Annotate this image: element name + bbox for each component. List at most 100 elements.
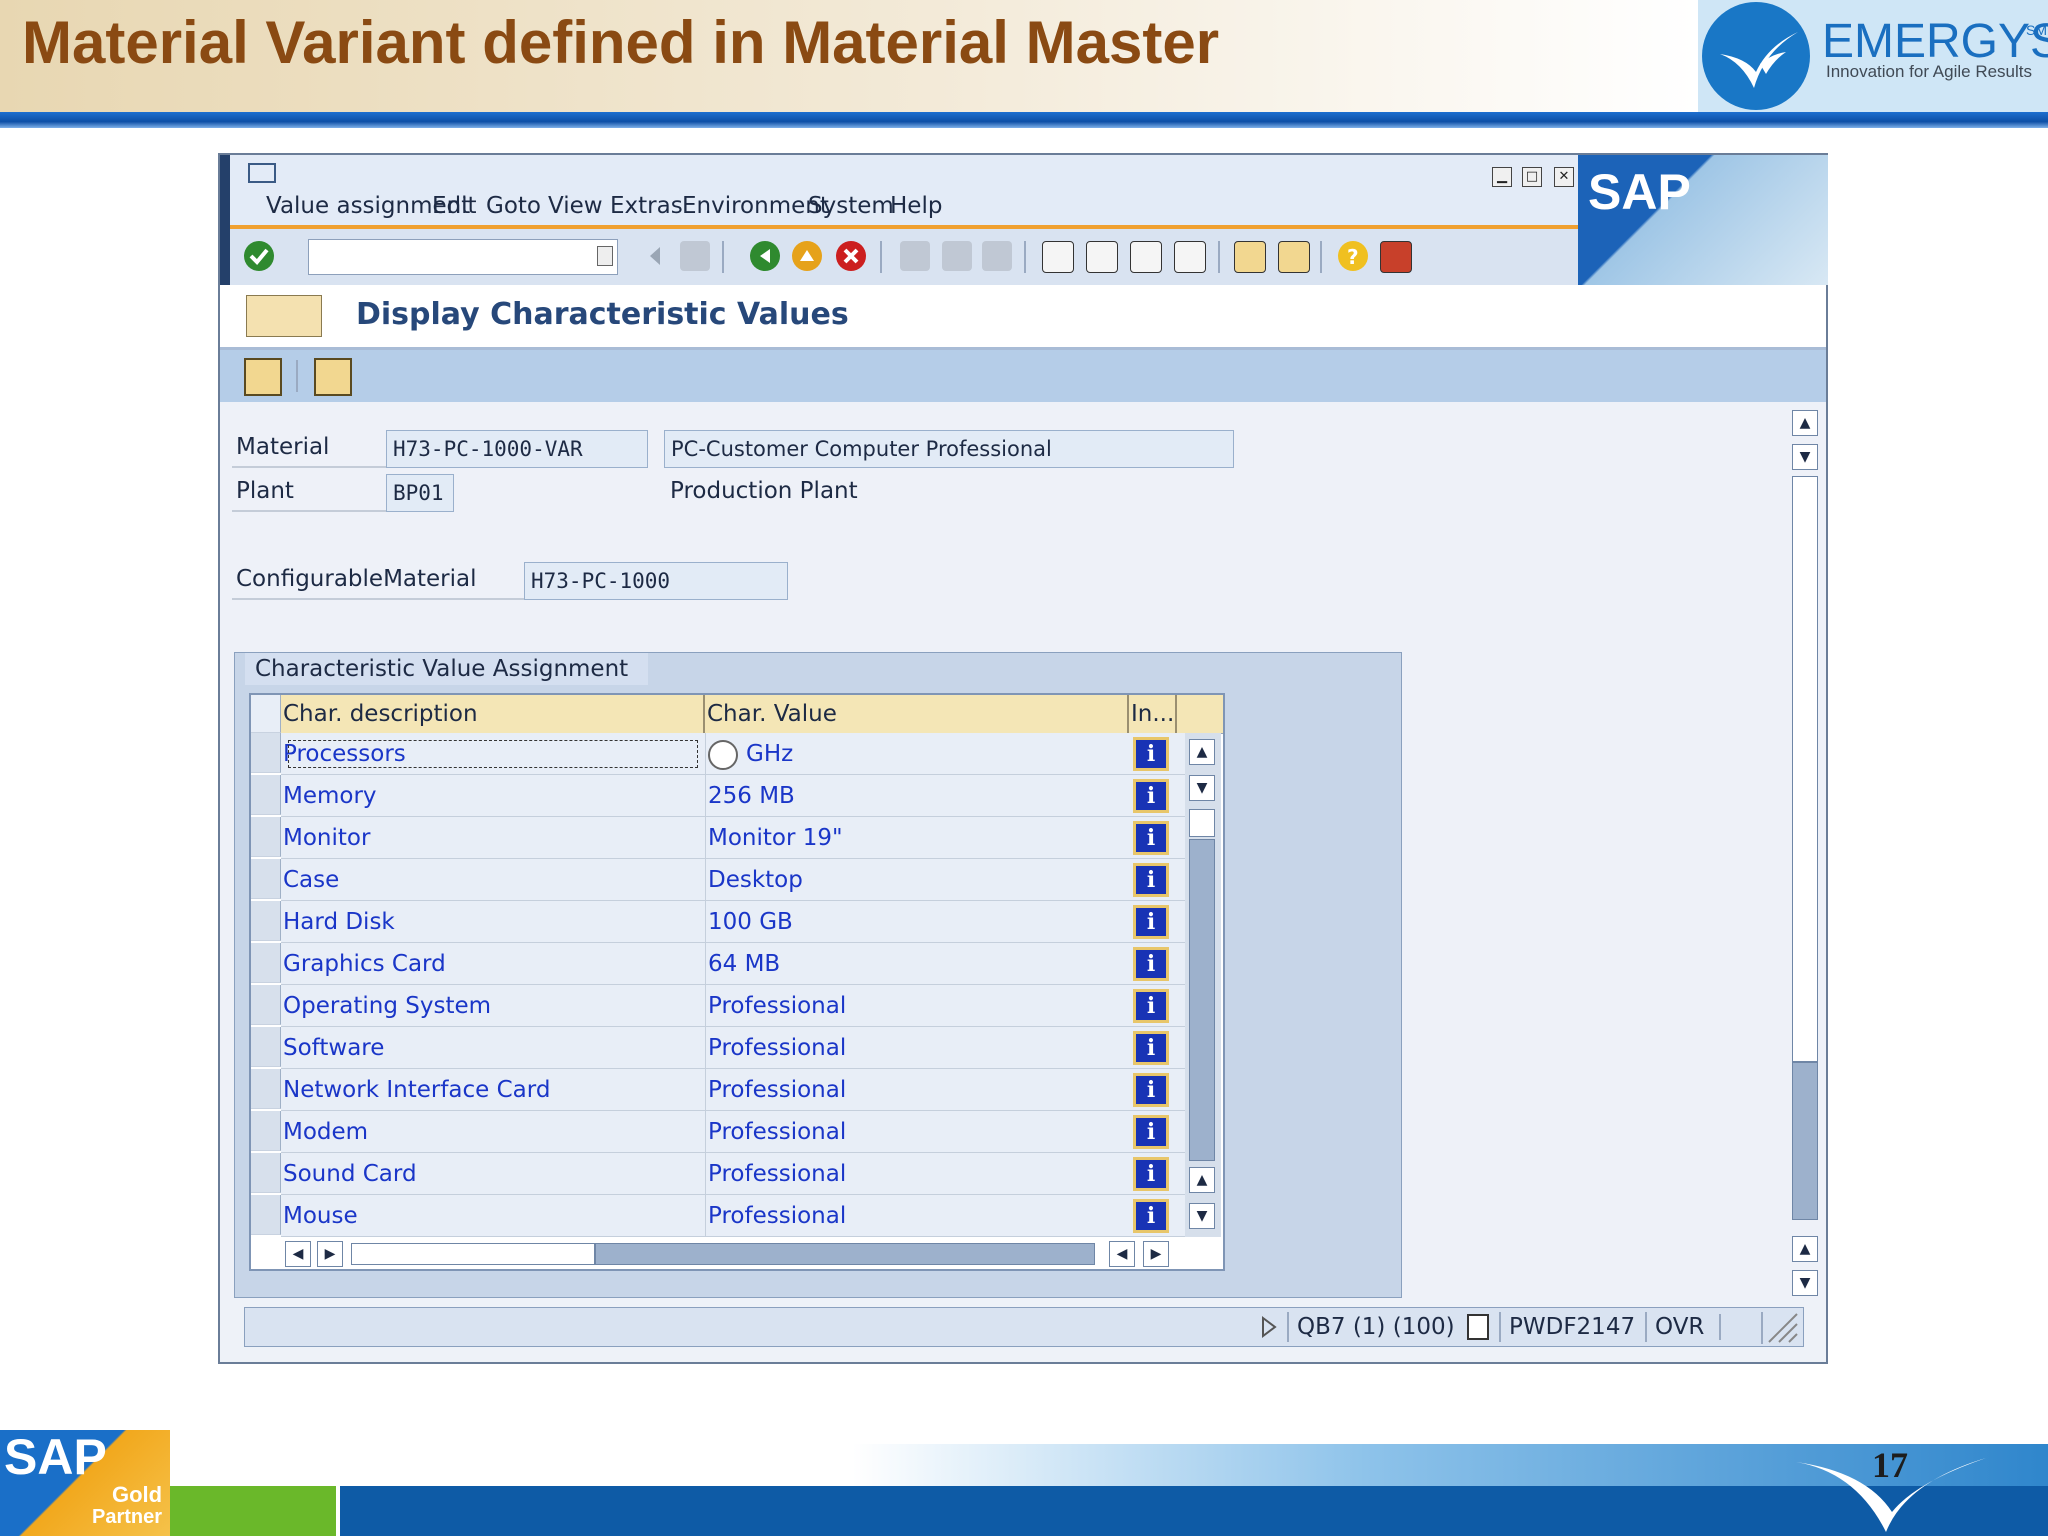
- char-value-cell[interactable]: Professional: [705, 1153, 1129, 1195]
- row-selector[interactable]: [251, 775, 281, 815]
- save-icon[interactable]: [680, 241, 710, 271]
- find-icon[interactable]: [942, 241, 972, 271]
- scroll-down-icon[interactable]: ▼: [1189, 775, 1215, 801]
- info-icon[interactable]: i: [1133, 863, 1169, 897]
- copy-values-icon[interactable]: [314, 358, 352, 396]
- print-icon[interactable]: [900, 241, 930, 271]
- select-all-cell[interactable]: [251, 695, 281, 733]
- row-selector[interactable]: [251, 817, 281, 857]
- char-description-cell[interactable]: Modem: [281, 1111, 705, 1153]
- cancel-icon[interactable]: [836, 241, 866, 271]
- row-selector[interactable]: [251, 901, 281, 941]
- find-next-icon[interactable]: [982, 241, 1012, 271]
- row-selector[interactable]: [251, 985, 281, 1025]
- char-description-cell[interactable]: Hard Disk: [281, 901, 705, 943]
- row-selector[interactable]: [251, 1195, 281, 1235]
- char-description-cell[interactable]: Sound Card: [281, 1153, 705, 1195]
- enter-icon[interactable]: [244, 241, 274, 271]
- info-icon[interactable]: i: [1133, 821, 1169, 855]
- info-icon[interactable]: i: [1133, 1031, 1169, 1065]
- help-icon[interactable]: ?: [1338, 241, 1368, 271]
- scroll-left-icon[interactable]: ◀: [285, 1241, 311, 1267]
- char-description-cell[interactable]: Network Interface Card: [281, 1069, 705, 1111]
- table-horizontal-scrollbar[interactable]: ◀ ▶ ◀ ▶: [281, 1239, 1181, 1269]
- back-arrow-icon[interactable]: [640, 241, 670, 271]
- info-icon[interactable]: i: [1133, 947, 1169, 981]
- plant-field[interactable]: BP01: [386, 474, 454, 512]
- info-icon[interactable]: i: [1133, 737, 1169, 771]
- minimize-icon[interactable]: ▁: [1492, 167, 1512, 187]
- scroll-thumb[interactable]: [351, 1243, 595, 1265]
- char-value-cell[interactable]: Desktop: [705, 859, 1129, 901]
- char-value-cell[interactable]: Professional: [705, 1027, 1129, 1069]
- scroll-track[interactable]: [595, 1243, 1095, 1265]
- char-value-cell[interactable]: Professional: [705, 985, 1129, 1027]
- menu-extras[interactable]: Extras: [610, 193, 683, 219]
- char-value-cell[interactable]: 64 MB: [705, 943, 1129, 985]
- scroll-right-icon[interactable]: ▶: [317, 1241, 343, 1267]
- char-value-cell[interactable]: Professional: [705, 1111, 1129, 1153]
- char-description-cell[interactable]: Operating System: [281, 985, 705, 1027]
- create-session-icon[interactable]: [1234, 241, 1266, 273]
- scroll-thumb[interactable]: [1792, 476, 1818, 1062]
- char-description-cell[interactable]: Mouse: [281, 1195, 705, 1237]
- menu-help[interactable]: Help: [890, 193, 942, 219]
- info-icon[interactable]: i: [1133, 1199, 1169, 1233]
- window-vertical-scrollbar[interactable]: ▲ ▼ ▲ ▼: [1790, 402, 1822, 1300]
- title-transaction-icon[interactable]: [246, 295, 322, 337]
- previous-page-icon[interactable]: [1086, 241, 1118, 273]
- command-field-dropdown-icon[interactable]: [597, 246, 613, 266]
- column-header-info[interactable]: In...: [1129, 695, 1177, 733]
- char-value-cell[interactable]: GHz: [705, 733, 1129, 775]
- resize-grip-icon[interactable]: [1761, 1312, 1801, 1344]
- row-selector[interactable]: [251, 943, 281, 983]
- scroll-track[interactable]: [1189, 839, 1215, 1161]
- char-description-cell[interactable]: Software: [281, 1027, 705, 1069]
- info-icon[interactable]: i: [1133, 989, 1169, 1023]
- next-page-icon[interactable]: [1130, 241, 1162, 273]
- char-description-cell[interactable]: Monitor: [281, 817, 705, 859]
- column-header-char-value[interactable]: Char. Value: [705, 695, 1129, 733]
- maximize-icon[interactable]: □: [1522, 167, 1542, 187]
- menu-edit[interactable]: Edit: [432, 193, 477, 219]
- material-field[interactable]: H73-PC-1000-VAR: [386, 430, 648, 468]
- info-icon[interactable]: i: [1133, 1157, 1169, 1191]
- column-header-char-description[interactable]: Char. description: [281, 695, 705, 733]
- row-selector[interactable]: [251, 733, 281, 773]
- char-value-cell[interactable]: Professional: [705, 1069, 1129, 1111]
- row-selector[interactable]: [251, 1111, 281, 1151]
- char-value-cell[interactable]: Monitor 19": [705, 817, 1129, 859]
- scroll-up-icon[interactable]: ▲: [1792, 410, 1818, 436]
- scroll-track[interactable]: [1792, 1062, 1818, 1220]
- close-icon[interactable]: ✕: [1554, 167, 1574, 187]
- multiple-values-icon[interactable]: [708, 739, 738, 770]
- scroll-left-icon[interactable]: ◀: [1109, 1241, 1135, 1267]
- row-selector[interactable]: [251, 1069, 281, 1109]
- row-selector[interactable]: [251, 1153, 281, 1193]
- info-icon[interactable]: i: [1133, 905, 1169, 939]
- menu-system[interactable]: System: [808, 193, 894, 219]
- table-vertical-scrollbar[interactable]: ▲ ▼ ▲ ▼: [1185, 733, 1221, 1237]
- info-icon[interactable]: i: [1133, 1115, 1169, 1149]
- char-value-cell[interactable]: 256 MB: [705, 775, 1129, 817]
- exit-icon[interactable]: [792, 241, 822, 271]
- shortcut-icon[interactable]: [1278, 241, 1310, 273]
- scroll-right-icon[interactable]: ▶: [1143, 1241, 1169, 1267]
- char-description-cell[interactable]: Case: [281, 859, 705, 901]
- scroll-down-icon[interactable]: ▼: [1792, 1270, 1818, 1296]
- first-page-icon[interactable]: [1042, 241, 1074, 273]
- char-value-cell[interactable]: 100 GB: [705, 901, 1129, 943]
- char-description-cell[interactable]: Processors: [281, 733, 705, 775]
- menu-view[interactable]: View: [548, 193, 603, 219]
- menu-system-icon[interactable]: [248, 163, 276, 183]
- menu-environment[interactable]: Environment: [682, 193, 829, 219]
- status-expand-icon[interactable]: [1259, 1312, 1279, 1346]
- scroll-down-icon[interactable]: ▼: [1792, 444, 1818, 470]
- scroll-up-icon[interactable]: ▲: [1189, 1167, 1215, 1193]
- menu-goto[interactable]: Goto: [486, 193, 541, 219]
- row-selector[interactable]: [251, 1027, 281, 1067]
- object-display-icon[interactable]: [244, 358, 282, 396]
- scroll-thumb[interactable]: [1189, 809, 1215, 837]
- command-field[interactable]: [308, 239, 618, 275]
- configurable-material-field[interactable]: H73-PC-1000: [524, 562, 788, 600]
